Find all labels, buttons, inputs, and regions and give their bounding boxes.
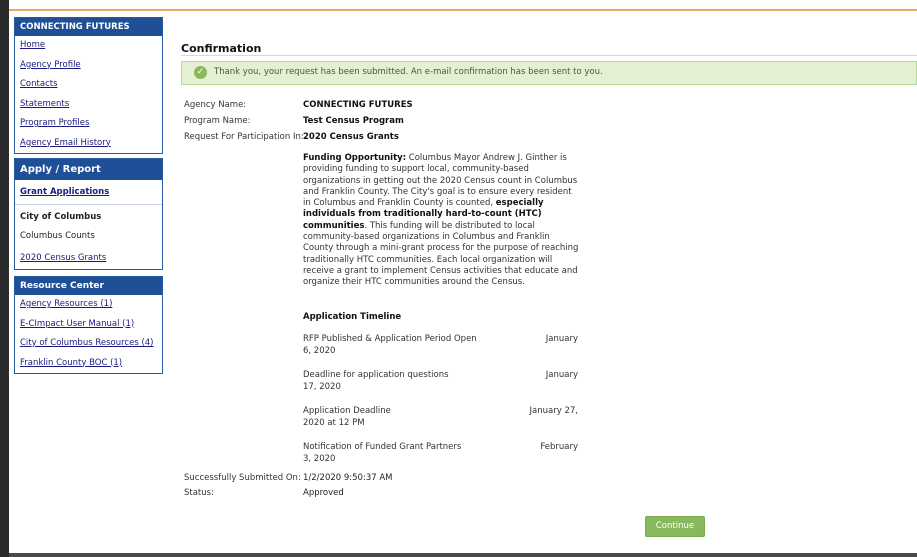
timeline-row: Application Deadline January 27, 2020 at… — [303, 405, 578, 429]
title-divider — [181, 55, 917, 56]
agency-name-label: Agency Name: — [184, 100, 247, 110]
sidebar-item-home[interactable]: Home — [15, 36, 162, 56]
sidebar-item-user-manual[interactable]: E-CImpact User Manual (1) — [15, 315, 162, 335]
program-name-label: Program Name: — [184, 116, 251, 126]
timeline-row: Deadline for application questions Janua… — [303, 369, 578, 393]
check-circle-icon: ✓ — [194, 66, 207, 79]
funding-description: Funding Opportunity: Columbus Mayor Andr… — [303, 153, 579, 289]
page-title: Confirmation — [181, 42, 262, 55]
timeline-date: January — [545, 334, 578, 344]
sidebar-item-grant-applications[interactable]: Grant Applications — [15, 180, 162, 204]
timeline-event: RFP Published & Application Period Open — [303, 334, 477, 344]
sidebar-item-columbus-counts[interactable]: Columbus Counts — [15, 227, 162, 247]
timeline-row: Notification of Funded Grant Partners Fe… — [303, 441, 578, 465]
timeline-date-cont: 6, 2020 — [303, 346, 336, 356]
sidebar-agency-panel: CONNECTING FUTURES Home Agency Profile C… — [14, 17, 163, 154]
status-label: Status: — [184, 488, 214, 498]
timeline-event: Application Deadline — [303, 406, 391, 416]
sidebar-resource-header: Resource Center — [15, 277, 162, 295]
sidebar-item-city-resources[interactable]: City of Columbus Resources (4) — [15, 334, 162, 354]
timeline-event: Notification of Funded Grant Partners — [303, 442, 462, 452]
sidebar-item-program-profiles[interactable]: Program Profiles — [15, 114, 162, 134]
success-message: Thank you, your request has been submitt… — [214, 67, 603, 77]
sidebar-item-franklin-county-boc[interactable]: Franklin County BOC (1) — [15, 354, 162, 374]
sidebar-item-statements[interactable]: Statements — [15, 95, 162, 115]
timeline-date: January — [545, 370, 578, 380]
window-bottom-frame — [9, 553, 917, 557]
sidebar-city-label: City of Columbus — [20, 212, 102, 222]
window-top-bar — [9, 0, 917, 11]
timeline-date: January 27, — [529, 406, 578, 416]
submitted-label: Successfully Submitted On: — [184, 473, 301, 483]
timeline-row: RFP Published & Application Period Open … — [303, 333, 578, 357]
sidebar-item-agency-resources[interactable]: Agency Resources (1) — [15, 295, 162, 315]
success-alert: ✓ Thank you, your request has been submi… — [181, 61, 917, 85]
sidebar-item-contacts[interactable]: Contacts — [15, 75, 162, 95]
sidebar-apply-panel: Apply / Report Grant Applications City o… — [14, 158, 163, 270]
submitted-value: 1/2/2020 9:50:37 AM — [303, 473, 393, 483]
request-label: Request For Participation In: — [184, 132, 304, 142]
agency-name-value: CONNECTING FUTURES — [303, 100, 413, 110]
continue-button[interactable]: Continue — [645, 516, 705, 537]
sidebar-item-agency-email-history[interactable]: Agency Email History — [15, 134, 162, 154]
funding-lead: Funding Opportunity: — [303, 153, 407, 163]
sidebar-item-2020-census-grants[interactable]: 2020 Census Grants — [15, 247, 162, 269]
sidebar-apply-header: Apply / Report — [15, 159, 162, 180]
request-value: 2020 Census Grants — [303, 132, 399, 142]
sidebar-resource-panel: Resource Center Agency Resources (1) E-C… — [14, 276, 163, 374]
window-left-frame — [0, 0, 9, 557]
timeline-date-cont: 3, 2020 — [303, 454, 336, 464]
program-name-value: Test Census Program — [303, 116, 404, 126]
timeline-title: Application Timeline — [303, 312, 402, 322]
timeline-date: February — [540, 442, 578, 452]
sidebar-agency-header: CONNECTING FUTURES — [15, 18, 162, 36]
timeline-event: Deadline for application questions — [303, 370, 449, 380]
timeline-date-cont: 2020 at 12 PM — [303, 418, 365, 428]
timeline-date-cont: 17, 2020 — [303, 382, 341, 392]
sidebar-item-agency-profile[interactable]: Agency Profile — [15, 56, 162, 76]
status-value: Approved — [303, 488, 344, 498]
